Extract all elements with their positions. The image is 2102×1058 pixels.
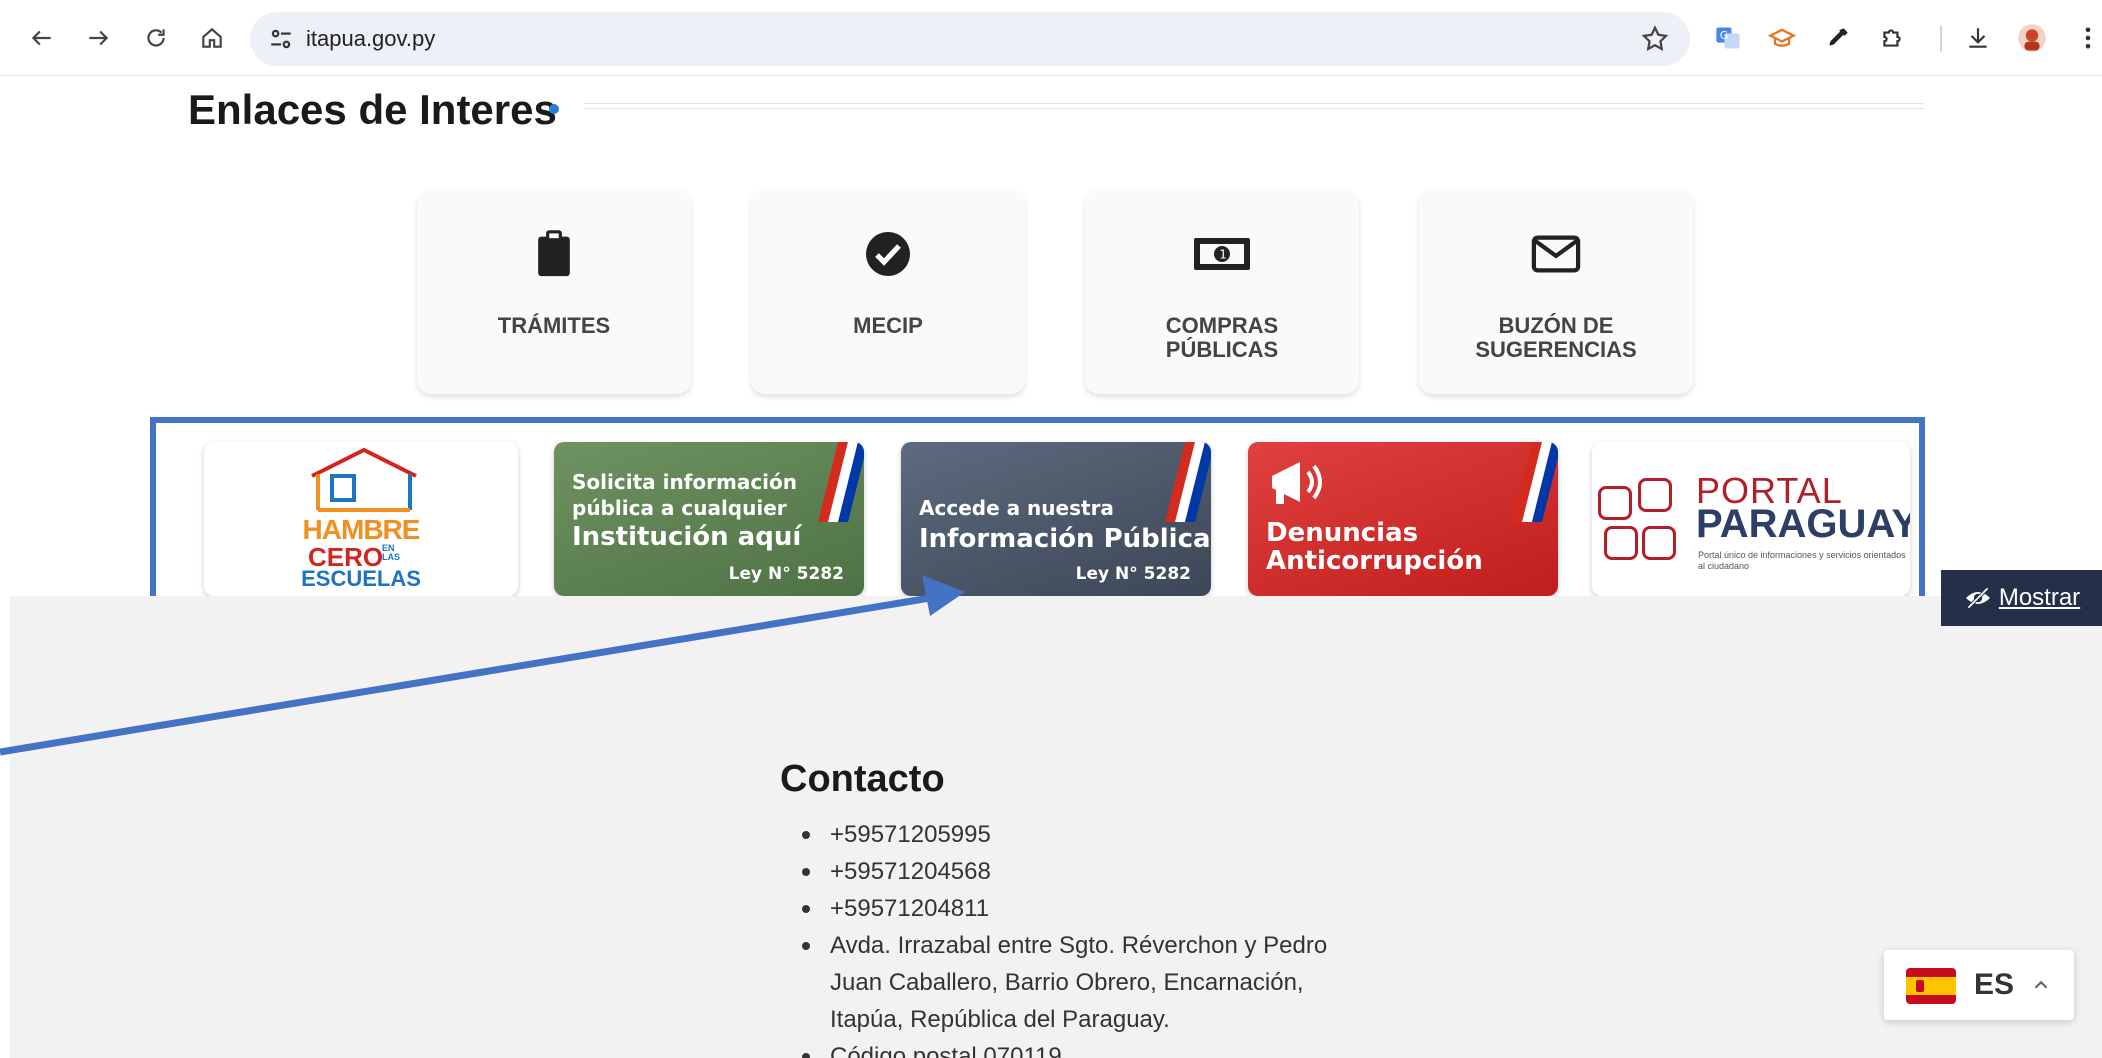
- eye-slash-icon: [1965, 587, 1990, 609]
- contact-title: Contacto: [780, 758, 945, 800]
- home-icon[interactable]: [194, 20, 230, 56]
- card-mecip[interactable]: MECIP: [751, 190, 1025, 394]
- card-compras-publicas[interactable]: 1 COMPRAS PÚBLICAS: [1085, 190, 1359, 394]
- contact-address: Avda. Irrazabal entre Sgto. Réverchon y …: [800, 927, 1340, 1038]
- card-label: COMPRAS PÚBLICAS: [1165, 313, 1279, 362]
- download-icon[interactable]: [1962, 22, 1994, 54]
- contact-phone[interactable]: +59571204568: [800, 853, 1340, 890]
- reload-icon[interactable]: [138, 20, 174, 56]
- contact-list: +59571205995 +59571204568 +59571204811 A…: [800, 816, 1340, 1058]
- card-label: BUZÓN DE SUGERENCIAS: [1475, 313, 1637, 362]
- contact-phone[interactable]: +59571204811: [800, 890, 1340, 927]
- clipboard-icon: [417, 226, 691, 282]
- browser-toolbar: itapua.gov.py G: [0, 0, 2102, 76]
- language-code: ES: [1974, 968, 2015, 1001]
- contact-postal-code: Código postal 070119: [800, 1038, 1340, 1058]
- card-buzon-sugerencias[interactable]: BUZÓN DE SUGERENCIAS: [1419, 190, 1693, 394]
- bookmark-star-icon[interactable]: [1640, 24, 1670, 54]
- svg-text:G: G: [1720, 30, 1728, 42]
- card-tramites[interactable]: TRÁMITES: [417, 190, 691, 394]
- money-icon: 1: [1085, 226, 1359, 282]
- check-circle-icon: [751, 226, 1025, 282]
- profile-avatar[interactable]: [2016, 22, 2048, 54]
- forward-icon[interactable]: [80, 20, 116, 56]
- menu-kebab-icon[interactable]: [2072, 22, 2102, 54]
- chevron-up-icon: [2034, 980, 2048, 989]
- card-label: TRÁMITES: [497, 313, 611, 338]
- mostrar-button[interactable]: Mostrar: [1941, 570, 2102, 626]
- contact-phone[interactable]: +59571205995: [800, 816, 1340, 853]
- url-text[interactable]: itapua.gov.py: [306, 26, 435, 52]
- card-label: MECIP: [853, 313, 923, 338]
- spain-flag-icon: [1906, 968, 1956, 1004]
- language-selector[interactable]: ES: [1884, 950, 2074, 1020]
- back-icon[interactable]: [24, 20, 60, 56]
- mostrar-label: Mostrar: [1998, 584, 2081, 611]
- annotation-highlight-box: [150, 417, 1925, 619]
- section-title: Enlaces de Interes: [188, 86, 557, 133]
- svg-text:1: 1: [1219, 247, 1227, 261]
- site-settings-icon[interactable]: [268, 26, 294, 52]
- eyedropper-extension-icon[interactable]: [1822, 22, 1854, 54]
- graduation-cap-extension-icon[interactable]: [1766, 22, 1798, 54]
- toolbar-divider: [1940, 26, 1942, 52]
- title-accent-dot: [549, 104, 559, 114]
- address-bar[interactable]: itapua.gov.py: [250, 12, 1690, 66]
- extensions-puzzle-icon[interactable]: [1876, 22, 1908, 54]
- envelope-icon: [1419, 226, 1693, 282]
- title-divider: [584, 103, 1924, 109]
- translate-extension-icon[interactable]: G: [1712, 22, 1744, 54]
